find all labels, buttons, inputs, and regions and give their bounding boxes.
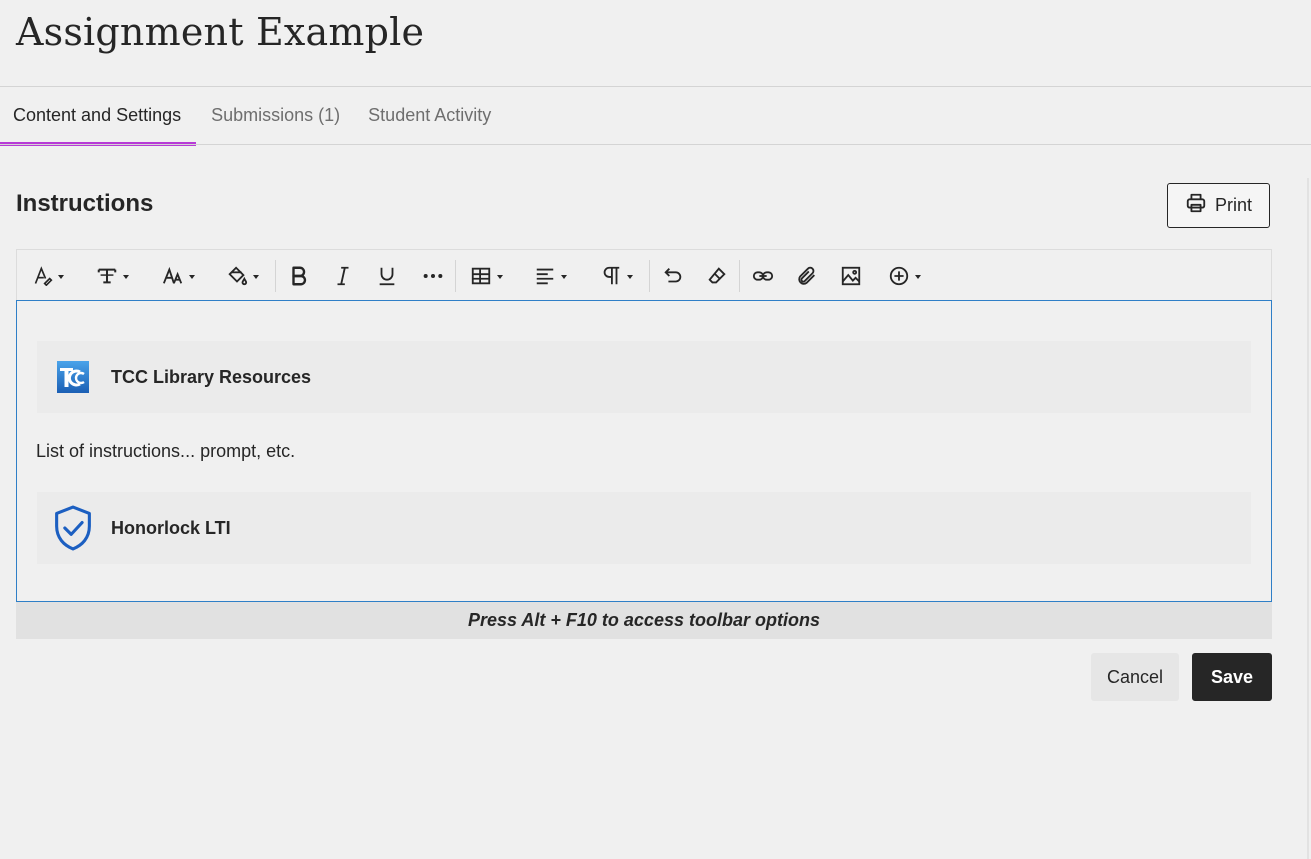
tcc-logo (53, 357, 93, 397)
editor-toolbar (16, 249, 1272, 301)
fill-color-icon (226, 265, 248, 287)
attachment-icon (796, 265, 818, 287)
undo-icon (662, 265, 684, 287)
panel-edge (1307, 178, 1309, 859)
lti-card-tcc-library[interactable]: TCC Library Resources (37, 341, 1251, 413)
insert-content-icon (888, 265, 910, 287)
paragraph-icon (600, 265, 622, 287)
page-title: Assignment Example (16, 10, 425, 54)
fill-color-button[interactable] (221, 262, 263, 290)
attachment-button[interactable] (793, 262, 821, 290)
align-icon (534, 265, 556, 287)
bold-icon (288, 265, 310, 287)
italic-icon (332, 265, 354, 287)
underline-icon (376, 265, 398, 287)
toolbar-hint: Press Alt + F10 to access toolbar option… (16, 602, 1272, 639)
instructions-editor[interactable]: TCC Library Resources List of instructio… (16, 300, 1272, 602)
lti-card-title: Honorlock LTI (111, 517, 231, 538)
tab-content-and-settings[interactable]: Content and Settings (0, 87, 197, 146)
table-button[interactable] (465, 262, 507, 290)
undo-button[interactable] (659, 262, 687, 290)
text-style-button[interactable] (29, 262, 67, 290)
table-icon (470, 265, 492, 287)
cancel-button[interactable]: Cancel (1091, 653, 1179, 701)
save-button[interactable]: Save (1192, 653, 1272, 701)
tab-student-activity[interactable]: Student Activity (355, 87, 506, 144)
assignment-page: Assignment Example Content and Settings … (0, 0, 1311, 859)
tab-bar: Content and Settings Submissions (1) Stu… (0, 87, 506, 146)
bold-button[interactable] (285, 262, 313, 290)
instructions-text: List of instructions... prompt, etc. (36, 441, 296, 461)
formatting-button[interactable] (91, 262, 133, 290)
link-button[interactable] (749, 262, 777, 290)
image-icon (840, 265, 862, 287)
clear-format-icon (706, 265, 728, 287)
italic-button[interactable] (329, 262, 357, 290)
text-style-icon (33, 266, 53, 286)
align-button[interactable] (529, 262, 571, 290)
formatting-icon (96, 265, 118, 287)
instructions-heading: Instructions (16, 190, 154, 217)
insert-content-button[interactable] (883, 262, 925, 290)
lti-card-honorlock[interactable]: Honorlock LTI (37, 492, 1251, 564)
link-icon (752, 265, 774, 287)
more-button[interactable] (419, 262, 447, 290)
underline-button[interactable] (373, 262, 401, 290)
print-button[interactable]: Print (1167, 183, 1270, 228)
clear-format-button[interactable] (703, 262, 731, 290)
tabs-divider (0, 144, 1311, 145)
print-label: Print (1214, 195, 1252, 215)
lti-card-title: TCC Library Resources (111, 366, 312, 387)
font-size-button[interactable] (157, 262, 199, 290)
paragraph-button[interactable] (595, 262, 637, 290)
font-size-icon (162, 265, 184, 287)
shield-check-icon (53, 505, 93, 551)
more-icon (422, 265, 444, 287)
image-button[interactable] (837, 262, 865, 290)
printer-icon (1185, 192, 1207, 219)
tab-submissions[interactable]: Submissions (1) (196, 87, 355, 144)
